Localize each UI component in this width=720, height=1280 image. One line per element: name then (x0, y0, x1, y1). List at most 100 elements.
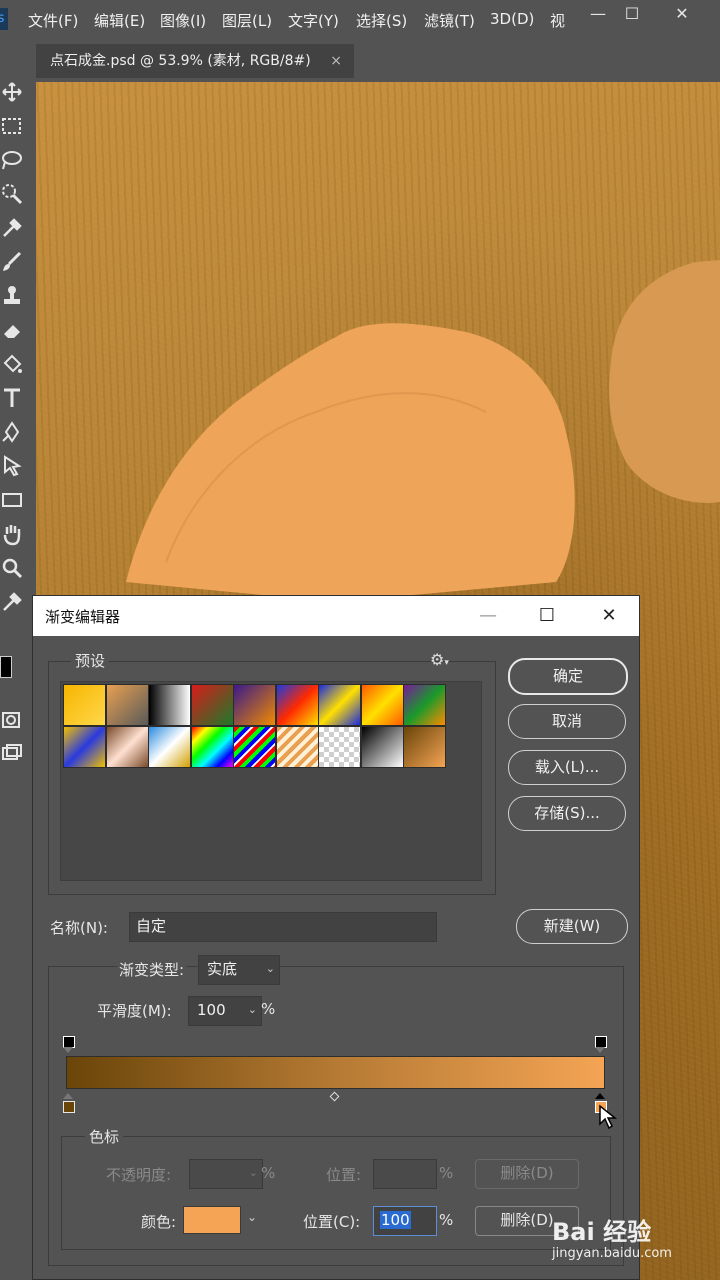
dialog-close-icon[interactable]: ✕ (589, 602, 629, 630)
move-icon[interactable] (0, 80, 24, 104)
path-select-icon[interactable] (0, 454, 24, 478)
new-button[interactable]: 新建(W) (516, 909, 628, 944)
type-icon[interactable] (0, 386, 24, 410)
smoothness-percent: % (261, 1000, 276, 1018)
menu-filter[interactable]: 滤镜(T) (424, 10, 475, 31)
menu-select[interactable]: 选择(S) (356, 10, 407, 31)
opacity-position-percent: % (439, 1164, 454, 1182)
brush-icon[interactable] (0, 250, 24, 274)
color-swatch-button[interactable] (183, 1206, 241, 1234)
opacity-label: 不透明度: (106, 1166, 172, 1184)
preset-swatch[interactable] (360, 684, 404, 726)
tab-close-icon[interactable]: × (330, 44, 342, 78)
preset-swatch[interactable] (233, 684, 276, 726)
eyedropper-icon[interactable] (0, 216, 24, 240)
smoothness-label: 平滑度(M): (97, 1002, 172, 1020)
dialog-titlebar[interactable]: 渐变编辑器 — ☐ ✕ (33, 596, 639, 636)
preset-swatch[interactable] (233, 726, 276, 768)
document-tab-title: 点石成金.psd @ 53.9% (素材, RGB/8#) (50, 53, 311, 69)
opacity-stop-pointer-left (63, 1047, 73, 1053)
opacity-percent: % (261, 1164, 276, 1182)
presets-label: 预设 (71, 650, 110, 671)
color-stop-left[interactable] (63, 1101, 75, 1113)
dialog-title: 渐变编辑器 (45, 608, 121, 626)
ok-button[interactable]: 确定 (508, 658, 628, 695)
preset-swatch[interactable] (63, 726, 106, 768)
gradient-preview-bar[interactable] (66, 1056, 605, 1089)
dialog-maximize-icon[interactable]: ☐ (527, 602, 567, 630)
chevron-down-icon[interactable]: ⌄ (247, 1210, 257, 1224)
preset-swatch[interactable] (360, 726, 404, 768)
chevron-down-icon: ⌄ (265, 962, 275, 975)
color-stop-pointer-left (63, 1093, 73, 1099)
marquee-icon[interactable] (0, 114, 24, 138)
preset-swatch[interactable] (190, 684, 234, 726)
quick-select-icon[interactable] (0, 182, 24, 206)
preset-swatch[interactable] (318, 684, 361, 726)
preset-swatch[interactable] (403, 684, 446, 726)
presets-swatches (60, 681, 482, 881)
gear-icon[interactable]: ⚙▾ (430, 650, 449, 669)
chevron-down-icon: ⌄ (248, 1166, 258, 1179)
preset-swatch[interactable] (63, 684, 106, 726)
foreground-color-swatch[interactable] (0, 656, 12, 678)
paint-bucket-icon[interactable] (0, 352, 24, 376)
menu-type[interactable]: 文字(Y) (288, 10, 339, 31)
cancel-button[interactable]: 取消 (508, 704, 626, 739)
dialog-minimize-icon[interactable]: — (468, 602, 508, 630)
screen-mode-icon[interactable] (0, 742, 24, 766)
chevron-down-icon: ⌄ (247, 1003, 257, 1016)
watermark-url: jingyan.baidu.com (552, 1246, 672, 1261)
preset-swatch[interactable] (148, 726, 191, 768)
document-tab[interactable]: 点石成金.psd @ 53.9% (素材, RGB/8#) × (36, 44, 354, 78)
minimize-icon[interactable]: — (582, 4, 614, 24)
eraser-icon[interactable] (0, 318, 24, 342)
name-label: 名称(N): (50, 919, 108, 937)
preset-swatch[interactable] (190, 726, 234, 768)
name-input[interactable]: 自定 (129, 912, 437, 942)
close-icon[interactable]: ✕ (666, 4, 698, 24)
smoothness-select[interactable]: 100 ⌄ (188, 996, 262, 1026)
preset-swatch[interactable] (275, 684, 319, 726)
photoshop-logo-icon: s (0, 8, 8, 30)
opacity-position-input (373, 1159, 437, 1189)
load-button[interactable]: 载入(L)... (508, 750, 626, 785)
preset-swatch[interactable] (403, 726, 446, 768)
save-button[interactable]: 存储(S)... (508, 796, 626, 831)
tools-panel (0, 78, 32, 1280)
lasso-icon[interactable] (0, 148, 24, 172)
menu-file[interactable]: 文件(F) (28, 10, 78, 31)
menu-layer[interactable]: 图层(L) (222, 10, 272, 31)
menu-image[interactable]: 图像(I) (160, 10, 206, 31)
eyedropper-icon[interactable] (0, 590, 24, 614)
preset-swatch[interactable] (105, 726, 149, 768)
menu-3d[interactable]: 3D(D) (490, 10, 534, 28)
preset-swatch[interactable] (105, 684, 149, 726)
preset-swatch[interactable] (148, 684, 191, 726)
menu-edit[interactable]: 编辑(E) (94, 10, 145, 31)
maximize-icon[interactable]: ☐ (616, 4, 648, 24)
rectangle-icon[interactable] (0, 488, 24, 512)
stamp-icon[interactable] (0, 284, 24, 308)
hand-icon[interactable] (0, 522, 24, 546)
gradient-type-select[interactable]: 实底 ⌄ (198, 955, 280, 985)
delete-opacity-stop-button: 删除(D) (475, 1159, 579, 1189)
watermark-brand: Bai 经验 (552, 1218, 652, 1246)
preset-swatch[interactable] (275, 726, 319, 768)
menu-bar: s 文件(F) 编辑(E) 图像(I) 图层(L) 文字(Y) 选择(S) 滤镜… (0, 0, 720, 40)
color-position-percent: % (439, 1211, 454, 1229)
zoom-icon[interactable] (0, 556, 24, 580)
baidu-jingyan-watermark: Bai 经验 jingyan.baidu.com (552, 1212, 712, 1274)
pen-icon[interactable] (0, 420, 24, 444)
mouse-cursor-icon (599, 1104, 618, 1130)
menu-view[interactable]: 视 (550, 10, 565, 31)
color-label: 颜色: (141, 1213, 177, 1231)
quick-mask-icon[interactable] (0, 708, 24, 732)
color-stop-pointer-right (595, 1093, 605, 1099)
color-position-label: 位置(C): (303, 1213, 361, 1231)
opacity-position-label: 位置: (326, 1166, 362, 1184)
gradient-type-label: 渐变类型: (117, 959, 187, 980)
preset-swatch[interactable] (318, 726, 361, 768)
color-position-input[interactable]: 100 (373, 1206, 437, 1236)
opacity-stop-pointer-right (595, 1047, 605, 1053)
